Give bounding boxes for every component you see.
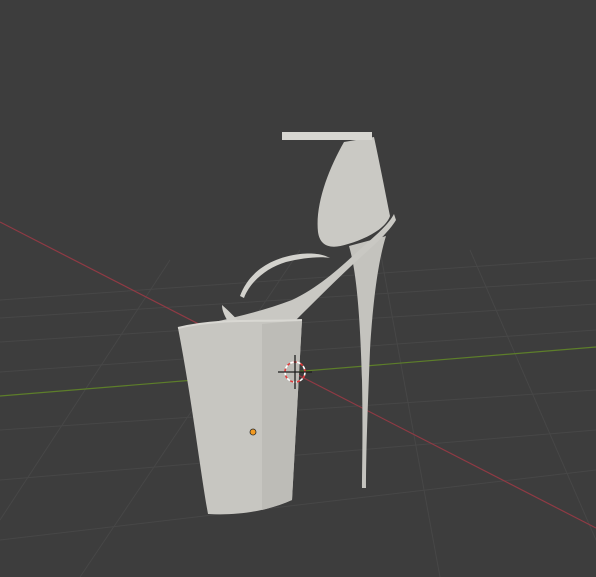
- heel-counter: [317, 137, 390, 247]
- object-origin-dot: [249, 428, 257, 436]
- ankle-strap: [282, 132, 372, 140]
- shoe-model[interactable]: [177, 132, 396, 515]
- platform-shade: [262, 320, 302, 510]
- 3d-viewport[interactable]: [0, 0, 596, 577]
